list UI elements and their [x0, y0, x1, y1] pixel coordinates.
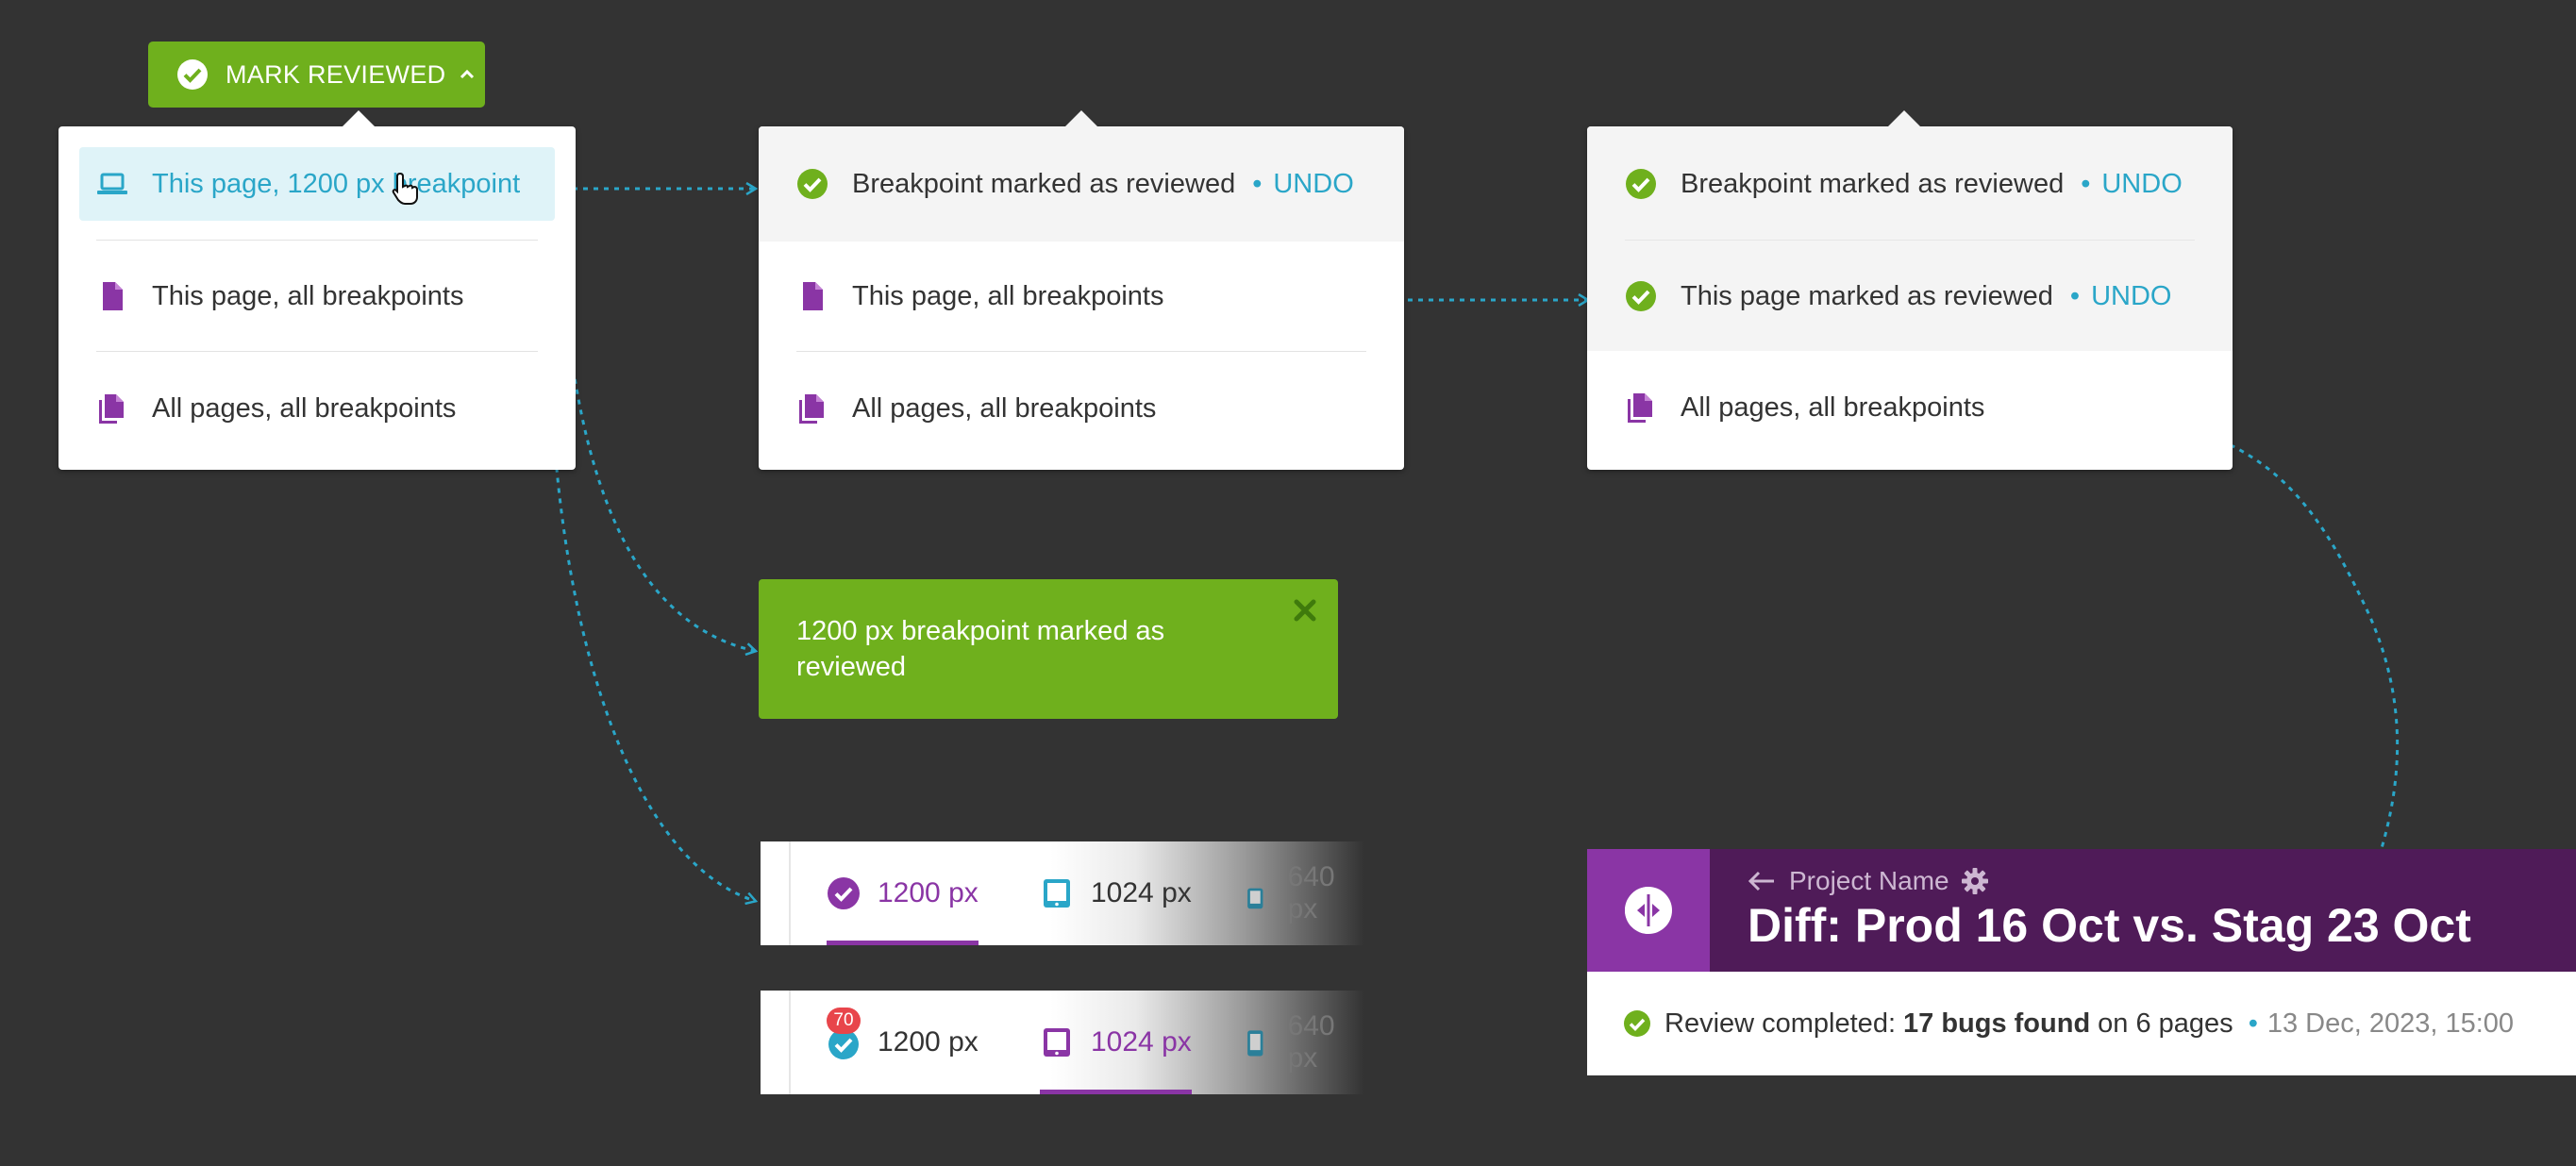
page-icon — [803, 282, 823, 310]
breakpoint-tabs-1: 1200 px 1024 px 70 640 px — [761, 841, 1751, 945]
separator-dot: • — [1252, 168, 1263, 199]
project-header: Project Name Diff: Prod 16 Oct vs. Stag … — [1587, 849, 2576, 972]
app-logo — [1587, 849, 1710, 972]
check-circle-icon — [1626, 169, 1656, 199]
separator-dot: • — [2248, 1008, 2258, 1039]
menu-item-label: All pages, all breakpoints — [852, 392, 1157, 424]
tab-640[interactable]: 640 px — [1240, 991, 1364, 1094]
tab-640[interactable]: 70 640 px — [1240, 841, 1751, 945]
page-title: Diff: Prod 16 Oct vs. Stag 23 Oct — [1748, 899, 2471, 952]
connector-to-tabs — [548, 197, 755, 901]
tab-label: 1024 px — [1091, 1026, 1192, 1058]
menu-item-label: This page, all breakpoints — [152, 280, 464, 311]
bug-count-badge: 70 — [827, 1008, 861, 1034]
menu-item-this-page-all[interactable]: This page, all breakpoints — [759, 242, 1404, 351]
undo-link[interactable]: UNDO — [2101, 169, 2182, 200]
pages-icon — [99, 394, 124, 424]
menu-item-all-pages[interactable]: All pages, all breakpoints — [59, 353, 576, 464]
check-circle-icon — [1624, 1010, 1650, 1037]
separator-dot: • — [2081, 168, 2091, 199]
active-underline — [1040, 1090, 1192, 1094]
connector-to-toast — [555, 192, 755, 651]
back-to-project[interactable]: Project Name — [1748, 866, 1989, 896]
arrow-left-icon — [1748, 871, 1774, 891]
toast-message: 1200 px breakpoint marked as reviewed — [796, 616, 1165, 682]
review-date: 13 Dec, 2023, 15:00 — [2267, 1008, 2515, 1039]
pages-icon — [799, 394, 824, 424]
menu-item-label: All pages, all breakpoints — [1681, 391, 1985, 423]
confirmation-row-breakpoint: Breakpoint marked as reviewed • UNDO — [1587, 126, 2233, 242]
gear-icon[interactable] — [1961, 867, 1989, 895]
pages-icon — [1628, 393, 1652, 423]
laptop-icon — [97, 173, 127, 194]
check-circle-icon — [828, 877, 860, 909]
confirmation-row: Breakpoint marked as reviewed • UNDO — [759, 126, 1404, 242]
menu-item-label: This page, 1200 px breakpoint — [152, 168, 521, 199]
status-prefix: Review completed: — [1664, 1008, 1896, 1039]
confirmation-text: Breakpoint marked as reviewed — [1681, 168, 2065, 199]
hand-cursor-icon — [392, 172, 418, 205]
mark-reviewed-menu: This page, 1200 px breakpoint This page,… — [59, 110, 576, 470]
menu-item-this-page-breakpoint[interactable]: This page, 1200 px breakpoint — [79, 147, 555, 221]
tablet-icon — [1044, 1028, 1070, 1057]
menu-item-label: This page, all breakpoints — [852, 280, 1164, 311]
check-circle-icon — [797, 169, 828, 199]
review-status-bar: Review completed: 17 bugs found on 6 pag… — [1587, 972, 2576, 1075]
check-circle-icon — [1626, 281, 1656, 311]
menu-item-label: All pages, all breakpoints — [152, 392, 457, 424]
bug-count: 17 bugs found — [1903, 1008, 2091, 1039]
tab-1200[interactable]: 1200 px — [827, 841, 979, 945]
confirmation-row-page: This page marked as reviewed • UNDO — [1587, 242, 2233, 351]
mark-reviewed-label: MARK REVIEWED — [226, 59, 446, 89]
tab-label: 640 px — [1287, 1010, 1335, 1074]
tab-label: 1200 px — [878, 1026, 979, 1058]
confirmation-text: This page marked as reviewed — [1681, 280, 2053, 311]
tab-label: 640 px — [1287, 861, 1335, 924]
tab-1024[interactable]: 1024 px — [1040, 991, 1192, 1094]
undo-link[interactable]: UNDO — [1273, 169, 1353, 200]
confirmation-text: Breakpoint marked as reviewed — [852, 168, 1236, 199]
strip-edge — [789, 991, 791, 1094]
diff-logo-icon — [1625, 887, 1672, 934]
chevron-up-icon — [460, 69, 475, 79]
menu-item-this-page-all[interactable]: This page, all breakpoints — [59, 242, 576, 351]
separator-dot: • — [2069, 280, 2081, 311]
page-reviewed-menu: Breakpoint marked as reviewed • UNDO Thi… — [1587, 110, 2233, 470]
menu-item-all-pages[interactable]: All pages, all breakpoints — [1587, 351, 2233, 464]
page-icon — [103, 282, 123, 310]
tab-1024[interactable]: 1024 px — [1040, 841, 1192, 945]
breakpoint-tabs-2: 1200 px 70 1024 px 640 px — [761, 991, 1364, 1094]
check-circle-icon — [177, 59, 208, 90]
strip-edge — [789, 841, 791, 945]
connector-to-project — [2037, 406, 2400, 882]
status-suffix: on 6 pages — [2098, 1008, 2233, 1039]
active-underline — [827, 941, 979, 945]
breakpoint-reviewed-menu: Breakpoint marked as reviewed • UNDO Thi… — [759, 110, 1404, 470]
phone-icon — [1247, 888, 1263, 909]
tab-label: 1024 px — [1091, 877, 1192, 908]
close-icon[interactable] — [1289, 594, 1321, 626]
project-name: Project Name — [1789, 866, 1949, 895]
tablet-icon — [1044, 879, 1070, 908]
menu-item-all-pages[interactable]: All pages, all breakpoints — [759, 353, 1404, 464]
success-toast: 1200 px breakpoint marked as reviewed — [759, 579, 1338, 719]
undo-link[interactable]: UNDO — [2091, 281, 2171, 312]
mark-reviewed-button[interactable]: MARK REVIEWED — [148, 42, 485, 108]
tab-1200[interactable]: 1200 px — [827, 991, 979, 1094]
tab-label: 1200 px — [878, 877, 979, 908]
phone-icon — [1247, 1030, 1263, 1057]
